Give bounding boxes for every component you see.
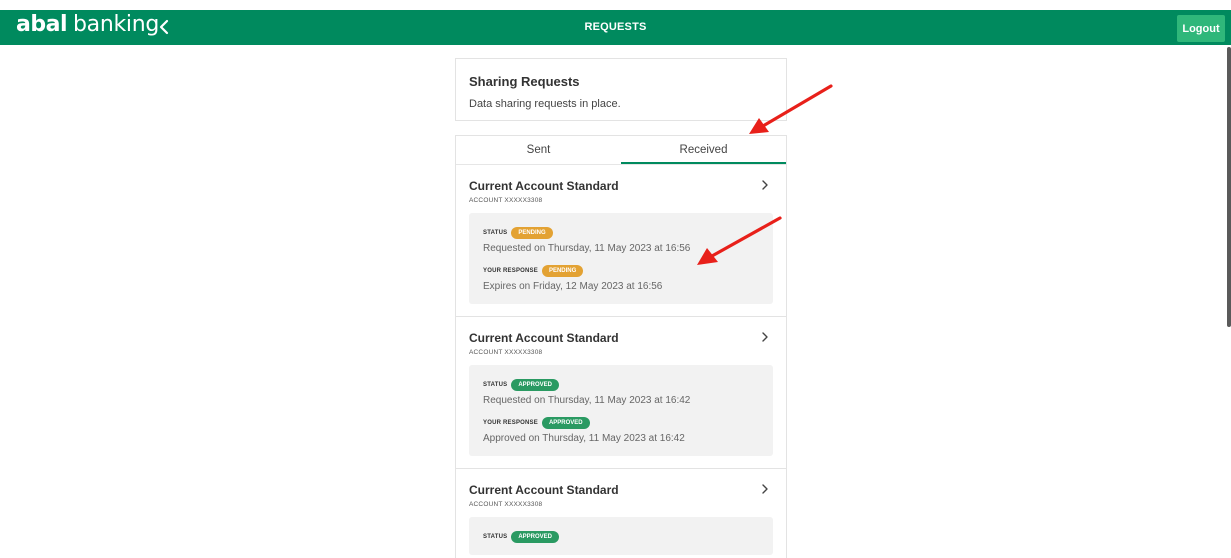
section-title: Sharing Requests	[469, 74, 580, 89]
status-badge: PENDING	[511, 226, 553, 239]
status-label: STATUS	[483, 533, 508, 540]
logout-button[interactable]: Logout	[1177, 15, 1225, 42]
request-details: STATUS PENDING Requested on Thursday, 11…	[469, 213, 773, 304]
request-details: STATUS APPROVED	[469, 517, 773, 555]
status-label: STATUS	[483, 381, 508, 388]
top-app-bar: abal banking REQUESTS Logout	[0, 10, 1231, 45]
status-badge: APPROVED	[511, 378, 559, 391]
requests-list-panel: Sent Received Current Account Standard A…	[455, 135, 787, 558]
status-text: Requested on Thursday, 11 May 2023 at 16…	[483, 243, 691, 254]
request-title: Current Account Standard	[469, 179, 619, 193]
sharing-requests-header: Sharing Requests Data sharing requests i…	[455, 58, 787, 121]
request-account: ACCOUNT XXXXX3308	[469, 349, 543, 356]
request-account: ACCOUNT XXXXX3308	[469, 197, 543, 204]
status-badge: APPROVED	[511, 530, 559, 543]
request-title: Current Account Standard	[469, 331, 619, 345]
status-text: Requested on Thursday, 11 May 2023 at 16…	[483, 395, 691, 406]
response-badge: PENDING	[541, 264, 584, 277]
response-label: YOUR RESPONSE	[483, 419, 538, 426]
request-tabs: Sent Received	[456, 136, 786, 165]
request-card[interactable]: Current Account Standard ACCOUNT XXXXX33…	[456, 469, 786, 558]
status-label: STATUS	[483, 229, 508, 236]
response-text: Expires on Friday, 12 May 2023 at 16:56	[483, 281, 663, 292]
section-subtitle: Data sharing requests in place.	[469, 98, 621, 110]
chevron-left-icon[interactable]	[154, 16, 174, 38]
brand-logo-bold: abal	[16, 12, 67, 37]
response-text: Approved on Thursday, 11 May 2023 at 16:…	[483, 433, 685, 444]
chevron-right-icon[interactable]	[760, 179, 770, 191]
request-title: Current Account Standard	[469, 483, 619, 497]
request-card[interactable]: Current Account Standard ACCOUNT XXXXX33…	[456, 165, 786, 317]
page-scrollbar[interactable]	[1227, 47, 1231, 327]
chevron-right-icon[interactable]	[760, 331, 770, 343]
request-account: ACCOUNT XXXXX3308	[469, 501, 543, 508]
brand-logo-light: banking	[72, 12, 160, 37]
request-card[interactable]: Current Account Standard ACCOUNT XXXXX33…	[456, 317, 786, 469]
brand-logo: abal banking	[16, 12, 159, 37]
tab-sent[interactable]: Sent	[456, 136, 621, 164]
response-badge: APPROVED	[541, 416, 590, 429]
tab-received[interactable]: Received	[621, 136, 786, 164]
chevron-right-icon[interactable]	[760, 483, 770, 495]
request-details: STATUS APPROVED Requested on Thursday, 1…	[469, 365, 773, 456]
page-title: REQUESTS	[584, 21, 647, 33]
response-label: YOUR RESPONSE	[483, 267, 538, 274]
